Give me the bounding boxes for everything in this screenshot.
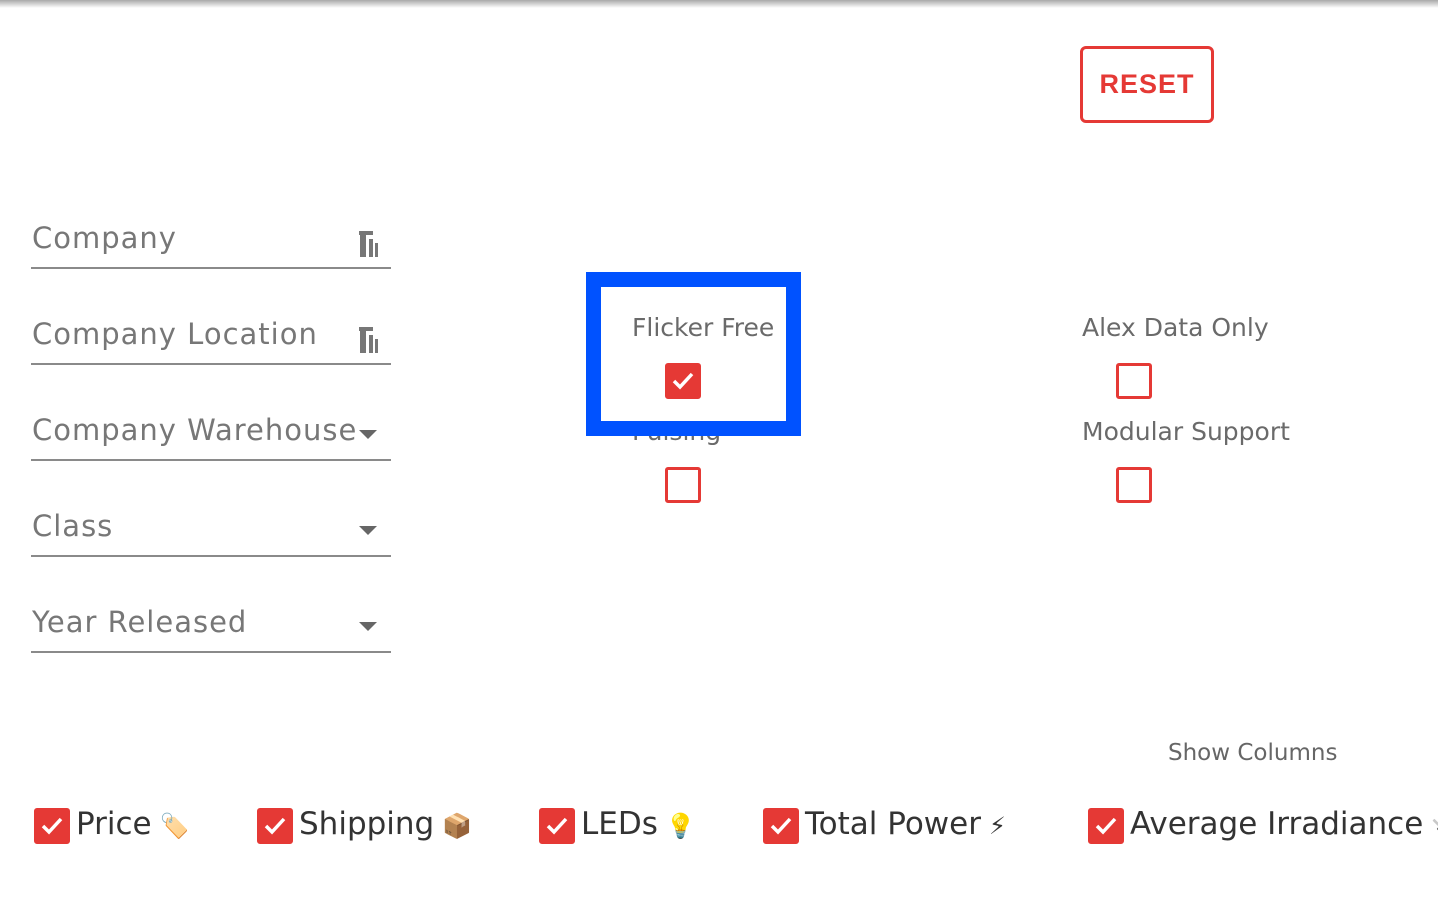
reset-button[interactable]: RESET bbox=[1080, 46, 1214, 123]
checkmark-icon bbox=[546, 817, 568, 835]
leds-checkbox[interactable] bbox=[539, 808, 575, 844]
flicker-free-checkbox[interactable] bbox=[665, 363, 701, 399]
company-warehouse-select[interactable]: Company Warehouse bbox=[31, 401, 391, 461]
checkmark-icon bbox=[672, 372, 694, 390]
year-released-label: Year Released bbox=[32, 605, 248, 639]
text-tool-icon bbox=[357, 229, 381, 263]
alex-data-only-label: Alex Data Only bbox=[1082, 313, 1269, 342]
class-label: Class bbox=[32, 509, 114, 543]
chevron-down-icon bbox=[359, 430, 377, 439]
company-field[interactable]: Company bbox=[31, 209, 391, 269]
chevron-down-icon bbox=[359, 622, 377, 631]
flicker-free-label: Flicker Free bbox=[632, 313, 775, 342]
modular-support-checkbox[interactable] bbox=[1116, 467, 1152, 503]
price-label: Price bbox=[76, 806, 152, 842]
package-icon: 📦 bbox=[442, 812, 473, 840]
light-bulb-icon: 💡 bbox=[665, 812, 696, 840]
shipping-label: Shipping bbox=[299, 806, 435, 842]
pulsing-checkbox[interactable] bbox=[665, 467, 701, 503]
year-released-select[interactable]: Year Released bbox=[31, 593, 391, 653]
modular-support-label: Modular Support bbox=[1082, 417, 1290, 446]
checkmark-icon bbox=[264, 817, 286, 835]
plug-icon: 🔌 bbox=[1431, 812, 1438, 840]
company-location-field[interactable]: Company Location bbox=[31, 305, 391, 365]
average-irradiance-label: Average Irradiance bbox=[1130, 806, 1424, 842]
total-power-label: Total Power bbox=[805, 806, 981, 842]
company-warehouse-label: Company Warehouse bbox=[32, 413, 358, 447]
average-irradiance-checkbox[interactable] bbox=[1088, 808, 1124, 844]
price-tag-icon: 🏷️ bbox=[159, 812, 190, 840]
checkmark-icon bbox=[41, 817, 63, 835]
alex-data-only-checkbox[interactable] bbox=[1116, 363, 1152, 399]
checkmark-icon bbox=[1095, 817, 1117, 835]
shipping-checkbox[interactable] bbox=[257, 808, 293, 844]
checkmark-icon bbox=[770, 817, 792, 835]
chevron-down-icon bbox=[359, 526, 377, 535]
focus-highlight-box bbox=[586, 272, 801, 436]
class-select[interactable]: Class bbox=[31, 497, 391, 557]
top-shadow bbox=[0, 0, 1438, 8]
leds-label: LEDs bbox=[581, 806, 658, 842]
total-power-checkbox[interactable] bbox=[763, 808, 799, 844]
show-columns-label: Show Columns bbox=[1168, 740, 1338, 766]
text-tool-icon bbox=[357, 325, 381, 359]
price-checkbox[interactable] bbox=[34, 808, 70, 844]
lightning-icon: ⚡ bbox=[988, 812, 1006, 840]
company-location-label: Company Location bbox=[32, 317, 318, 351]
company-label: Company bbox=[32, 221, 177, 255]
pulsing-label: Pulsing bbox=[632, 417, 722, 446]
